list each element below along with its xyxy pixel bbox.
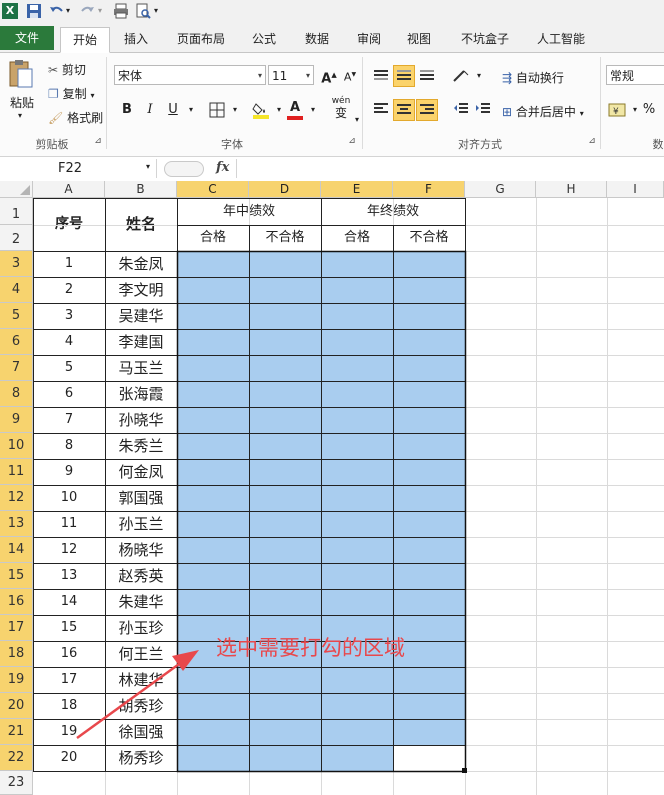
number-format-value: 常规 [610,69,635,83]
insert-function-icon[interactable]: fx [216,160,229,175]
tab-file[interactable]: 文件 [0,26,54,50]
brush-icon: 🖌 [48,111,64,125]
scissors-icon: ✂ [48,63,59,77]
tab-insert[interactable]: 插入 [114,28,158,50]
print-preview-icon[interactable] [135,3,151,19]
tab-bukeng-box[interactable]: 不坑盒子 [452,28,518,50]
print-icon[interactable] [113,3,129,19]
formula-input[interactable] [236,159,664,178]
tab-data[interactable]: 数据 [298,28,336,50]
copy-button[interactable]: ❐ 复制 ▾ [48,85,94,102]
customize-toolbar-icon[interactable]: ▾ [154,3,170,19]
paste-icon[interactable] [8,59,34,89]
annotation-arrow-icon [76,650,199,740]
font-launcher-icon[interactable]: ⊿ [346,136,358,146]
borders-dropdown-icon[interactable]: ▾ [224,99,246,121]
formula-bar-splitter[interactable] [164,161,204,177]
worksheet-grid: ABCDEFGHI 1 2 3 4 5 6 7 8 9 10 11 12 13 14 15 16 17 18 19 2… [0,181,664,795]
copy-icon: ❐ [48,87,59,101]
font-size-select[interactable]: 11 ▾ [268,65,314,85]
svg-text:¥: ¥ [613,107,619,117]
wrap-text-icon: ⇶ [502,71,513,85]
align-middle-icon[interactable] [393,65,415,87]
align-top-icon[interactable] [370,65,392,87]
quick-access-toolbar: X ▾ ▾ ▾ [0,0,664,24]
tab-page-layout[interactable]: 页面布局 [170,28,232,50]
phonetic-wen-label: wén [331,96,351,106]
tab-review[interactable]: 审阅 [350,28,388,50]
merge-center-button[interactable]: ⊞ 合并后居中 ▾ [502,103,584,120]
cut-label: 剪切 [61,63,86,77]
excel-logo-icon: X [2,3,18,19]
wrap-text-label: 自动换行 [515,71,564,85]
ribbon-tabs: 文件 开始 插入 页面布局 公式 数据 审阅 视图 不坑盒子 人工智能 [0,24,664,53]
save-icon[interactable] [26,3,42,19]
font-group-label: 字体 [221,138,243,151]
font-name-value: 宋体 [118,69,143,83]
tab-formulas[interactable]: 公式 [245,28,283,50]
font-color-dropdown-icon[interactable]: ▾ [302,99,324,121]
tab-view[interactable]: 视图 [400,28,438,50]
name-box-dropdown-icon[interactable]: ▾ [146,162,150,171]
increase-indent-icon[interactable] [472,99,494,121]
font-size-value: 11 [272,69,288,83]
underline-dropdown-icon[interactable]: ▾ [180,99,202,121]
redo-icon[interactable] [80,3,96,19]
number-group-label: 数 [652,138,664,151]
formula-bar: F22 ▾ fx [0,157,664,182]
italic-button[interactable]: I [139,99,161,121]
format-painter-label: 格式刷 [67,111,104,125]
decrease-indent-icon[interactable] [450,99,472,121]
alignment-group-label: 对齐方式 [458,138,502,151]
paste-button[interactable]: 粘贴 [10,94,34,111]
clipboard-group-label: 剪贴板 [35,138,69,151]
shrink-font-icon[interactable]: A▼ [339,64,361,86]
align-bottom-icon[interactable] [416,65,438,87]
orientation-dropdown-icon[interactable]: ▾ [468,65,490,87]
format-painter-button[interactable]: 🖌 格式刷 [48,109,103,126]
comma-button[interactable]: , [656,99,664,121]
tab-ai[interactable]: 人工智能 [530,28,592,50]
ribbon-home: 粘贴 ▾ ✂ 剪切 ❐ 复制 ▾ 🖌 格式刷 剪贴板 ⊿ 宋体 ▾ 11 ▾ A▲ … [0,53,664,157]
wrap-text-button[interactable]: ⇶ 自动换行 [502,69,564,86]
align-right-icon[interactable] [416,99,438,121]
clipboard-launcher-icon[interactable]: ⊿ [92,136,104,146]
phonetic-dropdown-icon[interactable]: ▾ [346,109,368,131]
redo-dropdown-icon[interactable]: ▾ [98,3,114,19]
font-name-select[interactable]: 宋体 ▾ [114,65,266,85]
undo-icon[interactable] [48,3,64,19]
cut-button[interactable]: ✂ 剪切 [48,61,86,78]
bold-button[interactable]: B [116,99,138,121]
name-box-value: F22 [58,161,83,176]
align-center-icon[interactable] [393,99,415,121]
name-box[interactable]: F22 ▾ [2,159,157,178]
merge-center-icon: ⊞ [502,105,513,119]
paste-dropdown-icon[interactable]: ▾ [18,111,22,120]
grow-font-icon[interactable]: A▲ [318,64,340,86]
alignment-launcher-icon[interactable]: ⊿ [586,136,598,146]
number-format-select[interactable]: 常规 [606,65,664,85]
group-separator [600,57,601,149]
copy-label: 复制 [62,87,87,101]
tab-home[interactable]: 开始 [60,27,110,53]
align-left-icon[interactable] [370,99,392,121]
merge-center-label: 合并后居中 [515,105,576,119]
